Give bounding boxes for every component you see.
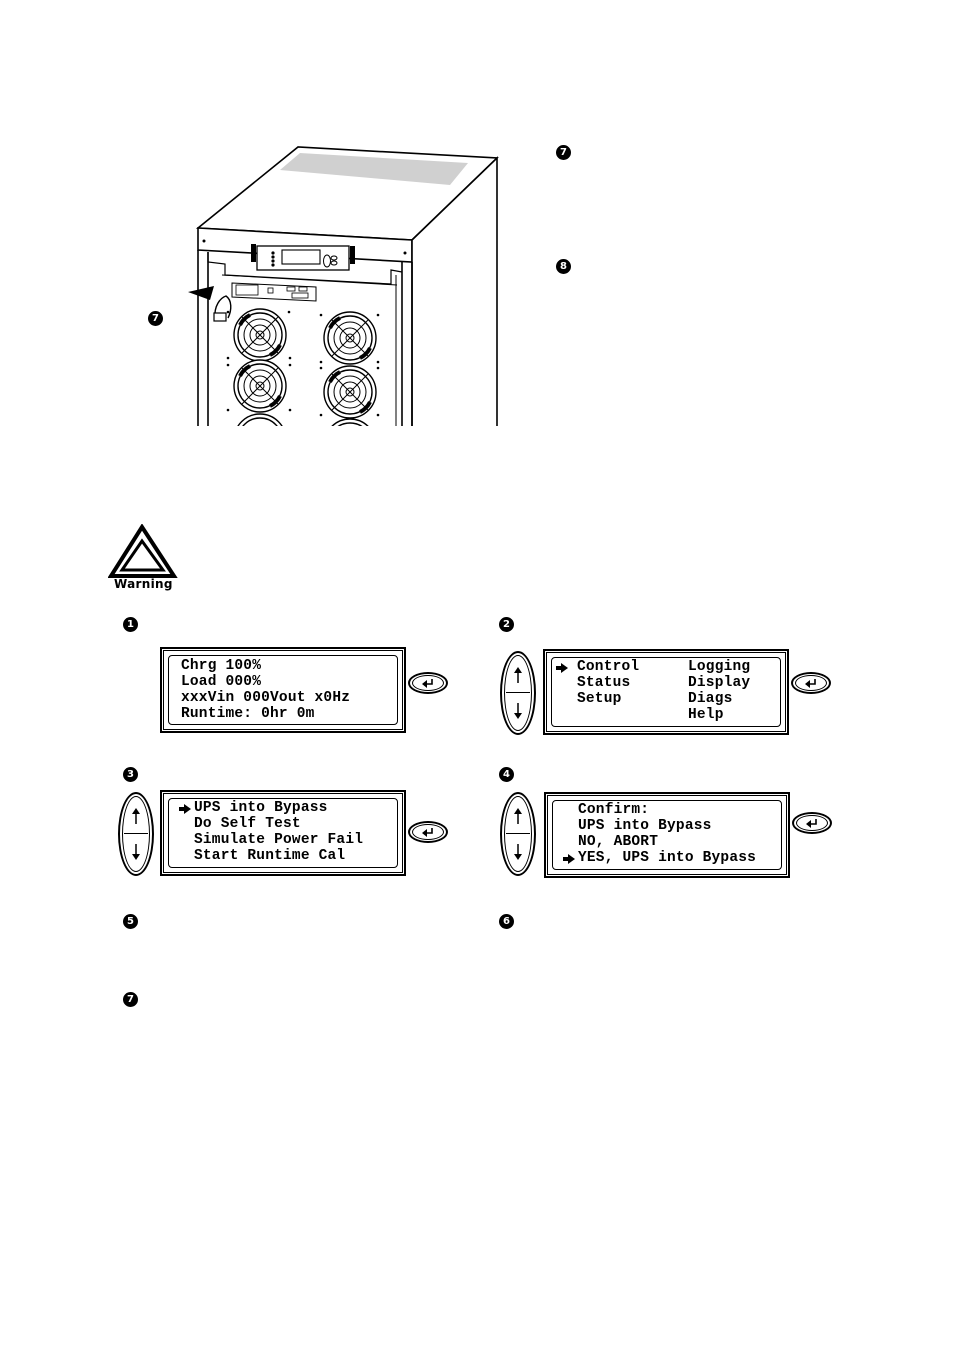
right-arrow-icon [556,663,568,673]
menu-item[interactable]: Do Self Test [194,816,301,832]
enter-button[interactable] [791,672,831,694]
lcd-line: xxxVin 000Vout x0Hz [181,690,351,706]
down-arrow-icon[interactable] [511,699,525,721]
enter-button[interactable] [408,672,448,694]
warning-label: Warning [114,577,173,591]
up-arrow-icon[interactable] [511,665,525,687]
up-arrow-icon[interactable] [129,806,143,828]
menu-item-control[interactable]: Control [577,659,639,675]
option-no-abort[interactable]: NO, ABORT [578,834,658,850]
confirm-action: UPS into Bypass [578,818,712,834]
lcd-display-status: Chrg 100% Load 000% xxxVin 000Vout x0Hz … [160,647,406,733]
up-down-button[interactable] [500,651,536,735]
step-badge: 4 [499,767,514,782]
up-down-button[interactable] [500,792,536,876]
down-arrow-icon[interactable] [511,840,525,862]
menu-item-display[interactable]: Display [688,675,750,691]
menu-item-help[interactable]: Help [688,707,724,723]
down-arrow-icon[interactable] [129,840,143,862]
step-badge: 6 [499,914,514,929]
step-badge: 1 [123,617,138,632]
enter-button[interactable] [408,821,448,843]
menu-item[interactable]: Start Runtime Cal [194,848,345,864]
menu-item-diags[interactable]: Diags [688,691,733,707]
right-arrow-icon [179,804,191,814]
warning-notice: Warning [108,524,178,594]
up-down-button[interactable] [118,792,154,876]
confirm-title: Confirm: [578,802,650,818]
menu-item[interactable]: Simulate Power Fail [194,832,363,848]
menu-item[interactable]: UPS into Bypass [194,800,328,816]
enter-key-icon [422,679,433,688]
ups-cabinet-illustration [188,146,499,426]
menu-item-logging[interactable]: Logging [688,659,750,675]
step-badge: 5 [123,914,138,929]
step-badge: 2 [499,617,514,632]
warning-triangle-icon [108,524,178,578]
enter-key-icon [422,828,433,837]
step-badge: 7 [556,145,571,160]
callout-badge: 7 [148,311,163,326]
right-arrow-icon [563,854,575,864]
enter-key-icon [805,679,816,688]
enter-button[interactable] [792,812,832,834]
step-badge: 8 [556,259,571,274]
lcd-display-main-menu: Control Status Setup Logging Display Dia… [543,649,789,735]
menu-item-status[interactable]: Status [577,675,630,691]
menu-item-setup[interactable]: Setup [577,691,622,707]
lcd-display-confirm: Confirm: UPS into Bypass NO, ABORT YES, … [544,792,790,878]
lcd-display-control-menu: UPS into Bypass Do Self Test Simulate Po… [160,790,406,876]
option-yes-bypass[interactable]: YES, UPS into Bypass [578,850,756,866]
lcd-line: Runtime: 0hr 0m [181,706,315,722]
step-badge: 7 [123,992,138,1007]
lcd-line: Chrg 100% [181,658,262,674]
up-arrow-icon[interactable] [511,806,525,828]
lcd-line: Load 000% [181,674,262,690]
enter-key-icon [806,819,817,828]
step-badge: 3 [123,767,138,782]
